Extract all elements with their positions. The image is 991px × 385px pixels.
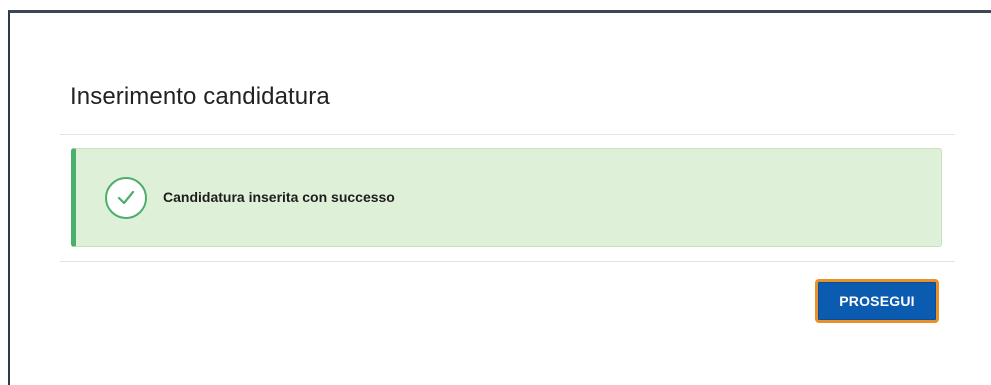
success-alert: Candidatura inserita con successo [71, 148, 942, 247]
success-message: Candidatura inserita con successo [163, 189, 395, 205]
page-frame: Inserimento candidatura Candidatura inse… [8, 10, 991, 385]
prosegui-button[interactable]: PROSEGUI [815, 279, 939, 323]
title-divider [60, 134, 955, 135]
check-circle-icon [105, 177, 147, 219]
actions-divider [60, 261, 955, 262]
checkmark-icon [117, 190, 135, 205]
page-title: Inserimento candidatura [70, 83, 330, 110]
